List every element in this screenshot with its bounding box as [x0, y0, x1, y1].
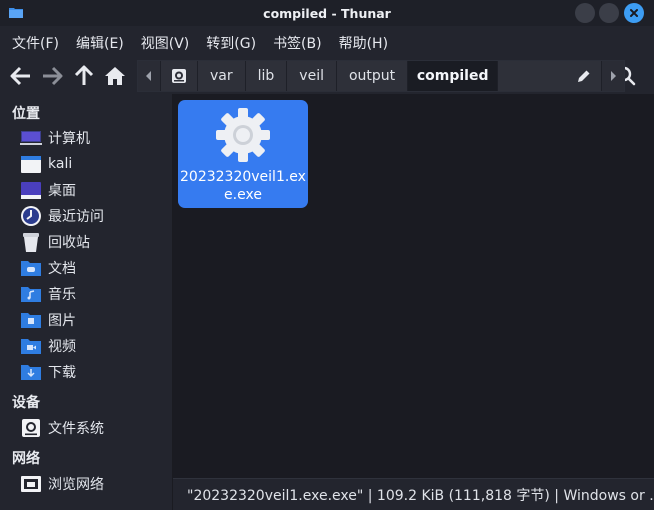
home-icon — [105, 67, 125, 85]
minimize-icon — [580, 8, 590, 18]
executable-gear-icon — [216, 108, 270, 162]
sidebar-header-places: 位置 — [12, 106, 40, 122]
minimize-button[interactable] — [575, 3, 595, 23]
sidebar-item-trash[interactable]: 回收站 — [20, 230, 90, 254]
sidebar-item-desktop[interactable]: 桌面 — [20, 178, 76, 202]
filesystem-icon — [20, 417, 42, 439]
parent-folder-button[interactable] — [72, 64, 96, 88]
arrow-left-icon — [10, 66, 30, 86]
recent-icon — [20, 205, 42, 227]
sidebar-item-recent[interactable]: 最近访问 — [20, 204, 104, 228]
sidebar-item-label: 浏览网络 — [48, 477, 104, 493]
folder-app-icon — [9, 8, 23, 18]
forward-button[interactable] — [40, 64, 64, 88]
chevron-left-icon — [146, 71, 151, 81]
menu-help[interactable]: 帮助(H) — [339, 33, 388, 53]
sidebar-item-label: 音乐 — [48, 287, 76, 303]
sidebar-item-documents[interactable]: 文档 — [20, 256, 76, 280]
path-crumb-root[interactable] — [161, 61, 198, 91]
menu-go[interactable]: 转到(G) — [206, 33, 256, 53]
sidebar-item-label: 最近访问 — [48, 209, 104, 225]
sidebar-header-network: 网络 — [12, 451, 40, 467]
sidebar-item-browse-network[interactable]: 浏览网络 — [20, 472, 104, 496]
path-edit-button[interactable] — [498, 61, 603, 91]
network-icon — [20, 473, 42, 495]
videos-folder-icon — [20, 335, 42, 357]
sidebar-item-label: 回收站 — [48, 235, 90, 251]
path-scroll-right-button[interactable] — [602, 61, 625, 91]
path-crumb-lib[interactable]: lib — [245, 61, 288, 91]
path-crumb-var[interactable]: var — [198, 61, 246, 91]
downloads-folder-icon — [20, 361, 42, 383]
window-title: compiled - Thunar — [263, 5, 391, 21]
arrow-up-icon — [74, 65, 94, 85]
pencil-icon — [578, 70, 590, 82]
sidebar-item-filesystem[interactable]: 文件系统 — [20, 416, 104, 440]
sidebar-item-label: 文件系统 — [48, 421, 104, 437]
path-crumb-veil[interactable]: veil — [287, 61, 337, 91]
sidebar-item-label: 视频 — [48, 339, 76, 355]
sidebar-item-label: kali — [48, 156, 73, 172]
sidebar: 位置 计算机 kali 桌面 最近访问 回收站 文档 音乐 图片 视频 下载 设… — [0, 94, 172, 510]
sidebar-item-label: 文档 — [48, 261, 76, 277]
file-view[interactable]: 20232320veil1.exe.exe — [173, 94, 654, 478]
sidebar-item-kali[interactable]: kali — [20, 152, 72, 176]
pictures-folder-icon — [20, 309, 42, 331]
home-button[interactable] — [103, 64, 127, 88]
sidebar-item-downloads[interactable]: 下载 — [20, 360, 76, 384]
sidebar-item-label: 下载 — [48, 365, 76, 381]
trash-icon — [20, 231, 42, 253]
menu-bar: 文件(F) 编辑(E) 视图(V) 转到(G) 书签(B) 帮助(H) — [0, 26, 654, 60]
drive-icon — [172, 69, 186, 83]
sidebar-item-label: 桌面 — [48, 183, 76, 199]
maximize-icon — [604, 8, 614, 18]
menu-file[interactable]: 文件(F) — [12, 33, 59, 53]
path-crumb-compiled[interactable]: compiled — [408, 61, 499, 91]
file-name: 20232320veil1.exe.exe — [180, 169, 306, 203]
menu-edit[interactable]: 编辑(E) — [76, 33, 124, 53]
menu-bookmarks[interactable]: 书签(B) — [273, 33, 322, 53]
sidebar-item-label: 图片 — [48, 313, 76, 329]
path-scroll-left-button[interactable] — [138, 61, 161, 91]
documents-folder-icon — [20, 257, 42, 279]
status-bar: "20232320veil1.exe.exe" | 109.2 KiB (111… — [173, 478, 654, 510]
sidebar-item-label: 计算机 — [48, 131, 90, 147]
sidebar-item-music[interactable]: 音乐 — [20, 282, 76, 306]
home-folder-icon — [20, 153, 42, 175]
music-folder-icon — [20, 283, 42, 305]
maximize-button[interactable] — [599, 3, 619, 23]
title-bar: compiled - Thunar — [0, 0, 654, 26]
menu-view[interactable]: 视图(V) — [141, 33, 190, 53]
sidebar-header-devices: 设备 — [12, 395, 40, 411]
computer-icon — [20, 127, 42, 149]
desktop-folder-icon — [20, 179, 42, 201]
arrow-right-icon — [43, 66, 63, 86]
sidebar-item-computer[interactable]: 计算机 — [20, 126, 90, 150]
back-button[interactable] — [9, 64, 33, 88]
sidebar-item-pictures[interactable]: 图片 — [20, 308, 76, 332]
chevron-right-icon — [611, 71, 617, 81]
path-crumb-output[interactable]: output — [336, 61, 409, 91]
close-icon — [630, 9, 638, 17]
file-item[interactable]: 20232320veil1.exe.exe — [178, 100, 308, 208]
path-bar: var lib veil output compiled — [137, 60, 626, 92]
close-button[interactable] — [624, 3, 644, 23]
sidebar-item-videos[interactable]: 视频 — [20, 334, 76, 358]
